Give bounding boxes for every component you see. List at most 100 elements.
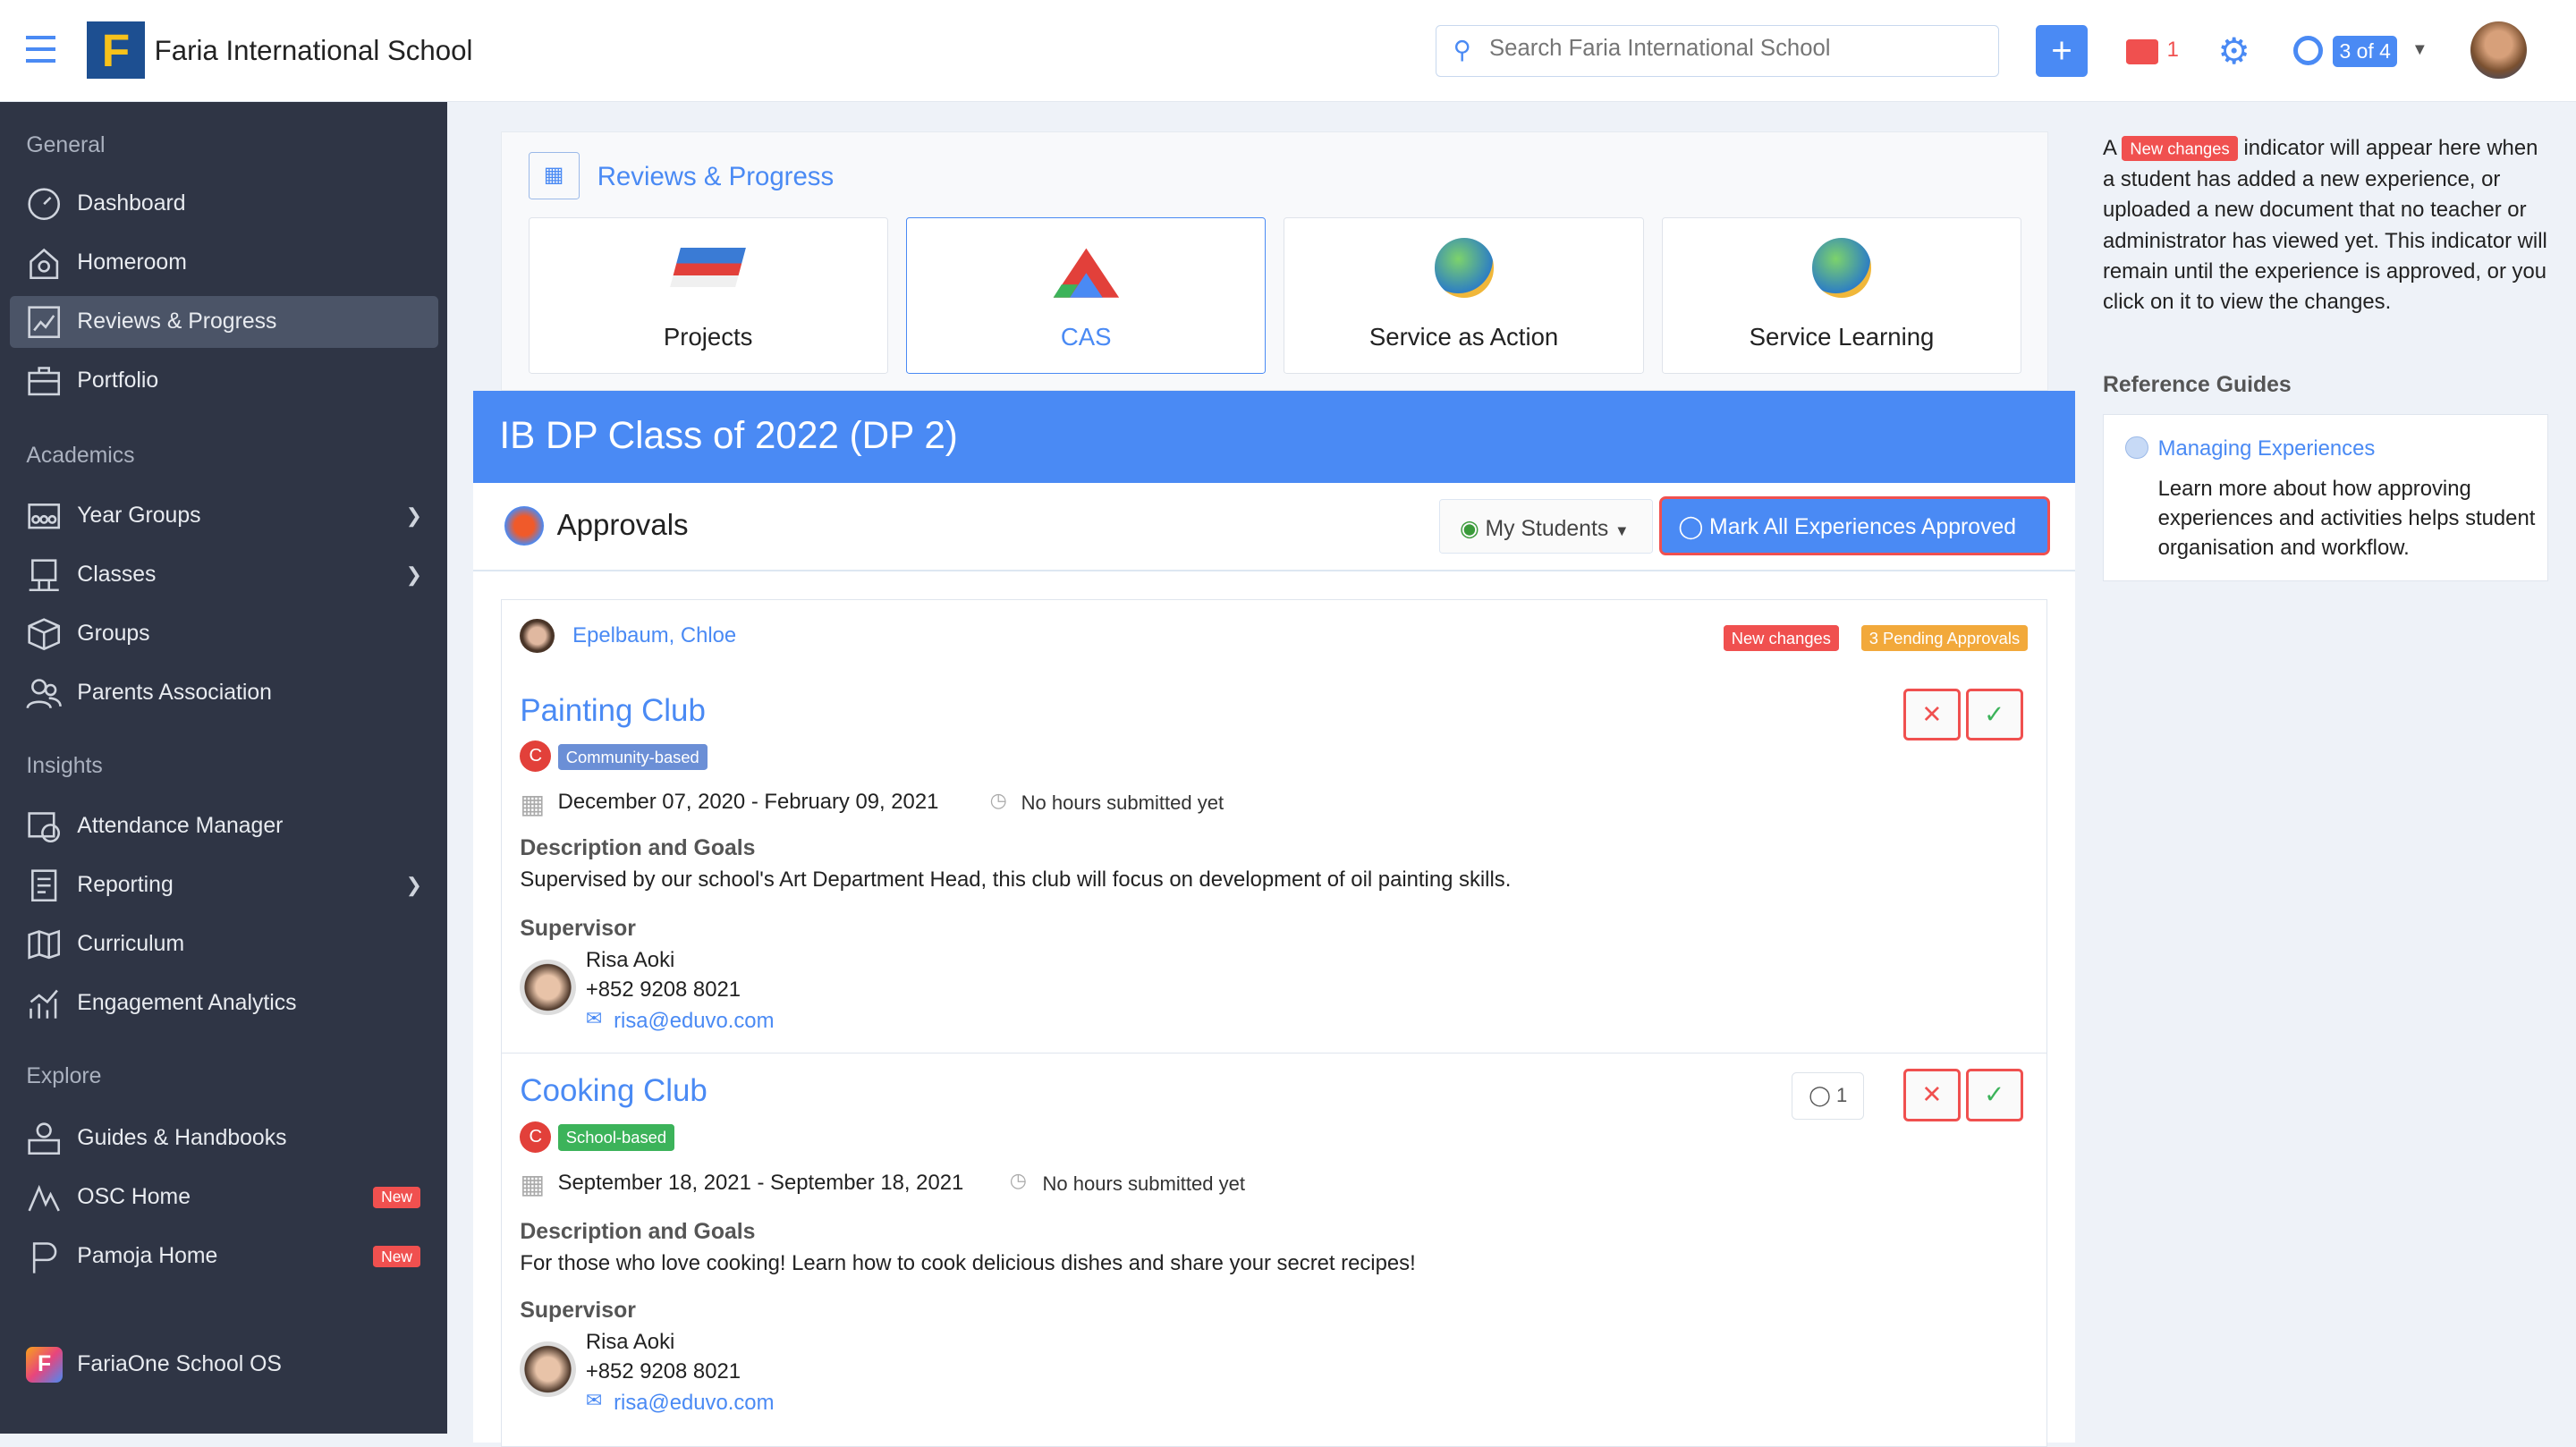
cube-icon [28,618,61,650]
type-badge: School-based [557,1124,675,1151]
label: Reporting [77,872,174,897]
label: Classes [77,562,157,587]
comment-icon: ◯ [1809,1084,1831,1107]
tab-label: Service Learning [1749,323,1935,351]
classes-icon [30,559,60,591]
label: OSC Home [77,1184,191,1209]
help-count[interactable]: 3 of 4 [2333,36,2398,67]
my-students-dropdown[interactable]: ◉ My Students ▼ [1438,499,1653,554]
sidebar-item-attendance-manager[interactable]: Attendance Manager [10,800,438,852]
experience-title-link[interactable]: Cooking Club [520,1073,707,1109]
mail-icon[interactable] [2125,39,2159,64]
label: Guides & Handbooks [77,1125,287,1150]
calendar-icon: ▦ [520,789,546,819]
analytics-icon [30,989,59,1019]
sidebar-item-reviews-progress[interactable]: Reviews & Progress [10,295,439,349]
sidebar-item-homeroom[interactable]: Homeroom [10,236,438,289]
guide-description: Learn more about how approving experienc… [2157,476,2536,561]
sidebar-item-dashboard[interactable]: Dashboard [10,177,438,230]
tab-projects[interactable]: Projects [528,217,888,374]
supervisor-avatar [520,959,576,1016]
experience-painting-club: Painting Club ✕ ✓ C Community-based ▦ De… [501,673,2047,1055]
menu-icon[interactable] [26,36,56,63]
divider [472,570,2075,572]
label: Mark All Experiences Approved [1709,515,2017,540]
panel-title: Reviews & Progress [597,161,835,191]
category-c-badge: C [520,1121,552,1153]
chart-icon [28,306,61,338]
sidebar-item-fariaone[interactable]: F FariaOne School OS [10,1339,438,1392]
search-input[interactable] [1486,33,1979,63]
sidebar-item-osc-home[interactable]: OSC Home New [10,1172,438,1224]
sidebar-item-guides-handbooks[interactable]: Guides & Handbooks [10,1112,438,1164]
guide-icon [2124,436,2148,460]
description-text: Supervised by our school's Art Departmen… [520,867,1512,892]
dashboard-icon [28,187,61,220]
label: Parents Association [77,681,272,706]
class-title: IB DP Class of 2022 (DP 2) [472,391,2075,483]
new-changes-badge[interactable]: New changes [1723,624,1840,652]
sidebar-item-portfolio[interactable]: Portfolio [10,355,438,408]
mail-count: 1 [2166,38,2179,63]
report-icon [31,869,57,901]
globe-hands-icon [1811,238,1872,298]
student-avatar [520,618,555,654]
experience-dates: December 07, 2020 - February 09, 2021 [557,790,939,815]
sidebar: General Dashboard Homeroom Reviews & Pro… [0,101,447,1434]
clock-icon: ◷ [989,788,1007,811]
student-header: Epelbaum, Chloe New changes 3 Pending Ap… [501,599,2047,675]
approve-button[interactable]: ✓ [1965,1068,2023,1121]
comments-button[interactable]: ◯ 1 [1791,1071,1864,1120]
fariaone-logo-icon: F [26,1347,63,1384]
tab-cas[interactable]: CAS [906,217,1267,374]
help-icon[interactable] [2293,36,2324,66]
sidebar-item-classes[interactable]: Classes ❯ [10,548,438,601]
sidebar-item-curriculum[interactable]: Curriculum [10,918,438,971]
caret-down-icon[interactable]: ▼ [2411,39,2428,59]
reviews-tabs-panel: ▦ Reviews & Progress Projects CAS Servic… [501,131,2049,392]
sidebar-item-year-groups[interactable]: Year Groups ❯ [10,489,438,542]
envelope-icon: ✉ [585,1006,603,1029]
school-logo: F [87,21,145,80]
avatar[interactable] [2470,21,2527,80]
sidebar-item-groups[interactable]: Groups [10,608,438,661]
search-box[interactable]: ⚲ [1436,24,2000,78]
experience-title-link[interactable]: Painting Club [520,693,705,729]
reject-button[interactable]: ✕ [1902,688,1962,741]
caret-down-icon: ▼ [1614,521,1630,539]
home-icon [30,248,59,279]
supervisor-email-link[interactable]: risa@eduvo.com [614,1391,774,1416]
label: Portfolio [77,368,159,393]
sidebar-item-pamoja-home[interactable]: Pamoja Home New [10,1231,438,1283]
label: Pamoja Home [77,1244,218,1269]
sidebar-item-engagement-analytics[interactable]: Engagement Analytics [10,977,438,1030]
school-name: Faria International School [154,34,473,66]
add-button[interactable]: + [2035,24,2089,78]
supervisor-avatar [520,1341,576,1398]
type-badge: Community-based [557,744,708,771]
category-c-badge: C [520,740,552,773]
tab-service-as-action[interactable]: Service as Action [1284,217,1644,374]
managing-experiences-link[interactable]: Managing Experiences [2158,436,2376,461]
approve-button[interactable]: ✓ [1965,688,2023,741]
supervisor-phone: +852 9208 8021 [585,1358,741,1384]
label: Reviews & Progress [77,309,277,334]
reject-button[interactable]: ✕ [1902,1068,1962,1121]
label: Homeroom [77,250,187,275]
sidebar-item-parents-association[interactable]: Parents Association [10,667,438,720]
mark-all-approved-button[interactable]: ◯ Mark All Experiences Approved [1659,495,2051,555]
label: Groups [77,621,150,646]
experience-dates: September 18, 2021 - September 18, 2021 [557,1170,964,1195]
student-name-link[interactable]: Epelbaum, Chloe [572,623,736,648]
pamoja-icon [33,1242,57,1274]
new-badge: New [372,1186,421,1209]
guides-icon [28,1121,61,1155]
gear-icon[interactable]: ⚙ [2218,30,2250,72]
reference-guides-heading: Reference Guides [2102,372,2292,397]
sidebar-item-reporting[interactable]: Reporting ❯ [10,859,438,912]
cas-triangle-icon [1053,248,1119,298]
supervisor-email-link[interactable]: risa@eduvo.com [614,1009,774,1034]
tab-service-learning[interactable]: Service Learning [1661,217,2022,374]
envelope-icon: ✉ [585,1388,603,1411]
reference-guide-card: Managing Experiences Learn more about ho… [2102,413,2548,582]
